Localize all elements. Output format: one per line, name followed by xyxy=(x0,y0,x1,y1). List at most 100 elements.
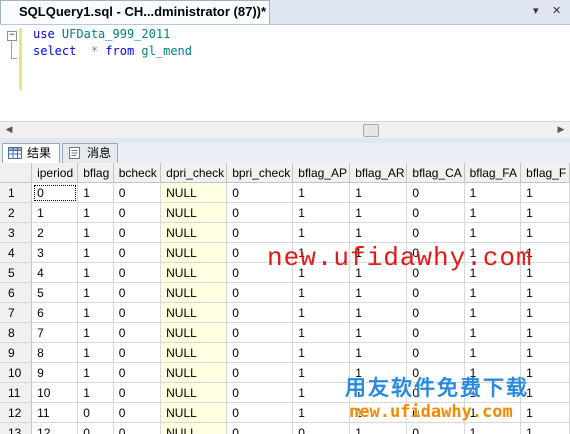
column-header-bflag-ca[interactable]: bflag_CA xyxy=(406,163,465,183)
grid-cell[interactable]: 0 xyxy=(113,242,162,263)
grid-cell[interactable]: 12 xyxy=(31,422,79,434)
grid-cell[interactable]: 1 xyxy=(520,302,570,323)
grid-cell[interactable]: 1 xyxy=(292,362,351,383)
grid-cell[interactable]: 1 xyxy=(77,222,114,243)
grid-cell[interactable]: 1 xyxy=(349,202,408,223)
grid-cell[interactable]: 1 xyxy=(520,282,570,303)
table-row[interactable]: 8 7 1 0 NULL 0 1 1 0 1 1 xyxy=(0,322,570,343)
grid-cell[interactable]: 0 xyxy=(113,402,162,423)
grid-cell[interactable]: 0 xyxy=(226,222,294,243)
grid-cell[interactable]: 0 xyxy=(226,282,294,303)
grid-cell[interactable]: 1 xyxy=(520,342,570,363)
grid-cell[interactable]: 0 xyxy=(113,182,162,203)
grid-cell[interactable]: 0 xyxy=(113,322,162,343)
grid-cell[interactable]: 0 xyxy=(406,202,465,223)
grid-cell[interactable]: 1 xyxy=(464,182,522,203)
grid-cell[interactable]: 0 xyxy=(77,422,114,434)
collapse-icon[interactable]: − xyxy=(7,31,17,41)
row-number[interactable]: 5 xyxy=(0,262,33,283)
row-number[interactable]: 6 xyxy=(0,282,33,303)
column-header-iperiod[interactable]: iperiod xyxy=(31,163,79,183)
grid-cell[interactable]: 1 xyxy=(77,242,114,263)
grid-cell[interactable]: 1 xyxy=(77,362,114,383)
grid-cell[interactable]: 0 xyxy=(113,302,162,323)
grid-cell[interactable]: 1 xyxy=(464,202,522,223)
grid-cell[interactable]: 8 xyxy=(31,342,79,363)
grid-cell[interactable]: 1 xyxy=(77,262,114,283)
grid-cell[interactable]: 0 xyxy=(292,422,351,434)
table-row[interactable]: 9 8 1 0 NULL 0 1 1 0 1 1 xyxy=(0,342,570,363)
grid-cell[interactable]: 0 xyxy=(226,202,294,223)
column-header-bcheck[interactable]: bcheck xyxy=(113,163,162,183)
grid-cell[interactable]: 0 xyxy=(113,282,162,303)
row-number[interactable]: 3 xyxy=(0,222,33,243)
grid-cell[interactable]: 1 xyxy=(31,202,79,223)
table-row[interactable]: 1 0 1 0 NULL 0 1 1 0 1 1 xyxy=(0,182,570,203)
grid-cell[interactable]: 9 xyxy=(31,362,79,383)
row-number[interactable]: 9 xyxy=(0,342,33,363)
column-header-bflag-ar[interactable]: bflag_AR xyxy=(349,163,408,183)
grid-cell[interactable]: 0 xyxy=(406,222,465,243)
grid-cell[interactable]: 0 xyxy=(31,182,79,203)
row-number[interactable]: 13 xyxy=(0,422,33,434)
grid-cell[interactable]: NULL xyxy=(160,182,228,203)
table-row[interactable]: 7 6 1 0 NULL 0 1 1 0 1 1 xyxy=(0,302,570,323)
grid-cell[interactable]: 4 xyxy=(31,262,79,283)
row-number[interactable]: 7 xyxy=(0,302,33,323)
grid-cell[interactable]: 0 xyxy=(113,202,162,223)
grid-cell[interactable]: NULL xyxy=(160,242,228,263)
table-row[interactable]: 3 2 1 0 NULL 0 1 1 0 1 1 xyxy=(0,222,570,243)
column-header-bflag-fa[interactable]: bflag_FA xyxy=(464,163,522,183)
grid-cell[interactable]: NULL xyxy=(160,262,228,283)
code-line-1[interactable]: use UFData_999_2011 xyxy=(33,26,170,42)
grid-cell[interactable]: 1 xyxy=(292,202,351,223)
scrollbar-thumb[interactable] xyxy=(363,124,379,137)
row-number[interactable]: 12 xyxy=(0,402,33,423)
grid-cell[interactable]: 1 xyxy=(77,182,114,203)
grid-cell[interactable]: 0 xyxy=(226,362,294,383)
grid-cell[interactable]: 1 xyxy=(520,222,570,243)
grid-cell[interactable]: 1 xyxy=(464,322,522,343)
row-number[interactable]: 1 xyxy=(0,182,33,203)
close-icon[interactable]: ✕ xyxy=(552,4,561,18)
grid-cell[interactable]: 1 xyxy=(77,282,114,303)
query-editor[interactable]: − use UFData_999_2011 select * from gl_m… xyxy=(0,25,570,121)
grid-cell[interactable]: 0 xyxy=(406,282,465,303)
table-row[interactable]: 6 5 1 0 NULL 0 1 1 0 1 1 xyxy=(0,282,570,303)
grid-cell[interactable]: 7 xyxy=(31,322,79,343)
grid-cell[interactable]: 0 xyxy=(406,302,465,323)
row-number[interactable]: 11 xyxy=(0,382,33,403)
row-number[interactable]: 4 xyxy=(0,242,33,263)
grid-cell[interactable]: 1 xyxy=(520,182,570,203)
grid-cell[interactable]: 0 xyxy=(77,402,114,423)
grid-cell[interactable]: NULL xyxy=(160,282,228,303)
column-header-dpri-check[interactable]: dpri_check xyxy=(160,163,228,183)
editor-horizontal-scrollbar[interactable]: ◀ ▶ xyxy=(0,121,570,139)
grid-cell[interactable]: 1 xyxy=(464,282,522,303)
tab-sqlquery1[interactable]: SQLQuery1.sql - CH...dministrator (87))* xyxy=(0,0,270,24)
code-line-2[interactable]: select * from gl_mend xyxy=(33,43,192,59)
grid-cell[interactable]: 1 xyxy=(464,302,522,323)
grid-cell[interactable]: NULL xyxy=(160,402,228,423)
grid-cell[interactable]: NULL xyxy=(160,222,228,243)
tab-messages[interactable]: 消息 xyxy=(62,143,118,163)
grid-cell[interactable]: 11 xyxy=(31,402,79,423)
grid-cell[interactable]: 6 xyxy=(31,302,79,323)
grid-cell[interactable]: 1 xyxy=(77,302,114,323)
grid-cell[interactable]: NULL xyxy=(160,382,228,403)
column-header-bpri-check[interactable]: bpri_check xyxy=(226,163,294,183)
column-header-bflag[interactable]: bflag xyxy=(77,163,114,183)
grid-cell[interactable]: NULL xyxy=(160,202,228,223)
grid-cell[interactable]: 1 xyxy=(292,382,351,403)
grid-cell[interactable]: 0 xyxy=(226,302,294,323)
grid-cell[interactable]: 1 xyxy=(77,322,114,343)
grid-cell[interactable]: 0 xyxy=(226,342,294,363)
grid-cell[interactable]: 1 xyxy=(349,182,408,203)
corner-cell[interactable] xyxy=(0,163,33,183)
grid-cell[interactable]: 0 xyxy=(406,182,465,203)
row-number[interactable]: 10 xyxy=(0,362,33,383)
grid-cell[interactable]: 10 xyxy=(31,382,79,403)
grid-cell[interactable]: NULL xyxy=(160,362,228,383)
grid-cell[interactable]: NULL xyxy=(160,302,228,323)
grid-cell[interactable]: 1 xyxy=(464,342,522,363)
